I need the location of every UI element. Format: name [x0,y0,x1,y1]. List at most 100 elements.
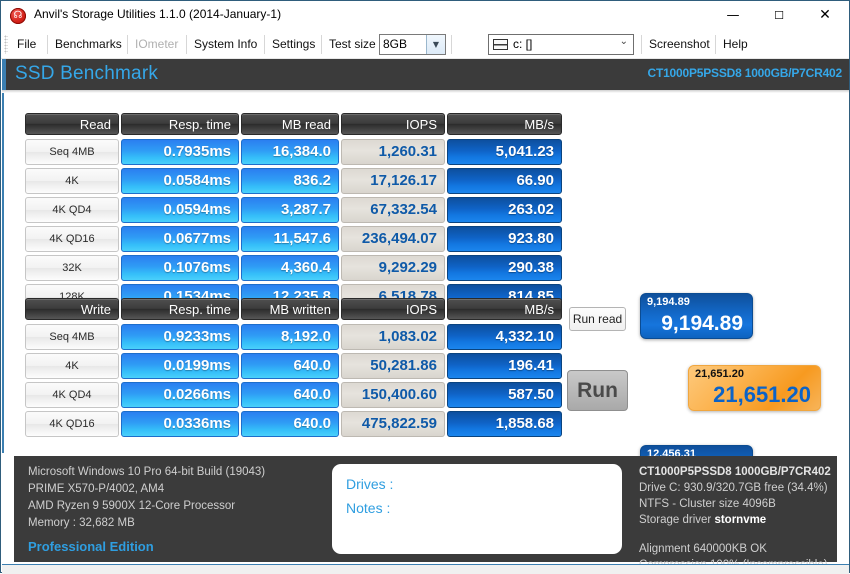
row-label: 4K QD16 [25,226,119,252]
drive-value: c: [] [513,37,533,51]
read-score-small-label: 9,194.89 [647,296,690,308]
chevron-down-icon[interactable]: ⌄ [620,36,628,47]
cell-mbs: 1,858.68 [447,411,562,437]
cell-mb-read: 3,287.7 [241,197,339,223]
cell-resp-time: 0.9233ms [121,324,239,350]
cell-mbs: 290.38 [447,255,562,281]
window-title: Anvil's Storage Utilities 1.1.0 (2014-Ja… [34,7,282,21]
column-header-iops: IOPS [341,298,445,320]
cell-resp-time: 0.7935ms [121,139,239,165]
cell-mb-written: 640.0 [241,353,339,379]
menu-grip-handle[interactable] [4,35,8,54]
column-header-resp-time: Resp. time [121,113,239,135]
cell-mb-read: 11,547.6 [241,226,339,252]
menu-item-file[interactable]: File [17,35,36,54]
cell-iops: 150,400.60 [341,382,445,408]
menu-item-screenshot[interactable]: Screenshot [649,35,710,54]
chevron-down-icon[interactable]: ▼ [426,35,445,54]
menu-separator [321,35,322,54]
memory-line: Memory : 32,682 MB [28,517,135,529]
cell-resp-time: 0.0266ms [121,382,239,408]
cell-mb-read: 836.2 [241,168,339,194]
cell-iops: 1,083.02 [341,324,445,350]
menu-separator [264,35,265,54]
cell-resp-time: 0.0199ms [121,353,239,379]
cell-iops: 236,494.07 [341,226,445,252]
driver-name: stornvme [714,514,767,526]
cell-mb-read: 16,384.0 [241,139,339,165]
menu-item-benchmarks[interactable]: Benchmarks [55,35,122,54]
column-header-mb-read: MB read [241,113,339,135]
maximize-button[interactable]: ☐ [756,1,802,30]
run-read-button[interactable]: Run read [569,307,626,331]
menu-item-help[interactable]: Help [723,35,748,54]
menu-item-system-info[interactable]: System Info [194,35,257,54]
menu-separator [47,35,48,54]
system-specs: Microsoft Windows 10 Pro 64-bit Build (1… [28,464,328,554]
header-accent-bar [2,59,6,90]
read-score-box: 9,194.89 9,194.89 [640,293,753,339]
header-device-name: CT1000P5PSSD8 1000GB/P7CR402 [647,66,842,80]
cell-iops: 475,822.59 [341,411,445,437]
minimize-button[interactable]: — [710,1,756,30]
menu-separator [451,35,452,54]
row-label: Seq 4MB [25,324,119,350]
run-button[interactable]: Run [567,370,628,411]
system-info-panel: Microsoft Windows 10 Pro 64-bit Build (1… [14,456,839,571]
menu-separator [186,35,187,54]
total-score-value: 21,651.20 [713,382,811,407]
cell-mbs: 263.02 [447,197,562,223]
read-score-value: 9,194.89 [661,312,743,335]
cell-iops: 67,332.54 [341,197,445,223]
column-header-mb-written: MB written [241,298,339,320]
alignment-line: Alignment 640000KB OK [639,543,767,555]
edition-label: Professional Edition [28,539,154,554]
menu-item-iometer: IOmeter [135,37,179,51]
cell-mbs: 923.80 [447,226,562,252]
total-score-box: 21,651.20 21,651.20 [688,365,821,411]
cell-mbs: 587.50 [447,382,562,408]
column-header-write: Write [25,298,119,320]
title-bar: ☊ Anvil's Storage Utilities 1.1.0 (2014-… [1,1,849,32]
drive-dropdown[interactable]: c: [] ⌄ [488,34,634,55]
drive-model-line: CT1000P5PSSD8 1000GB/P7CR402 [639,466,831,478]
cell-mbs: 196.41 [447,353,562,379]
test-size-dropdown[interactable]: 8GB ▼ [379,34,446,55]
menu-separator [127,35,128,54]
drive-filesystem-line: NTFS - Cluster size 4096B [639,498,776,510]
column-header-read: Read [25,113,119,135]
cell-iops: 17,126.17 [341,168,445,194]
notes-label: Notes : [346,500,391,516]
menu-separator [715,35,716,54]
menu-item-settings[interactable]: Settings [272,35,315,54]
drives-label: Drives : [346,476,394,492]
cell-mb-read: 4,360.4 [241,255,339,281]
row-label: 4K QD4 [25,382,119,408]
row-label: Seq 4MB [25,139,119,165]
cell-iops: 1,260.31 [341,139,445,165]
os-line: Microsoft Windows 10 Pro 64-bit Build (1… [28,466,266,478]
column-header-mbs: MB/s [447,113,562,135]
cell-mb-written: 8,192.0 [241,324,339,350]
motherboard-line: PRIME X570-P/4002, AM4 [28,483,165,495]
cell-resp-time: 0.0336ms [121,411,239,437]
row-label: 4K [25,168,119,194]
drive-driver-line: Storage driver stornvme [639,512,839,528]
total-score-small-label: 21,651.20 [695,368,744,380]
drive-icon [493,39,508,50]
cell-resp-time: 0.0584ms [121,168,239,194]
benchmark-content: Read Resp. time MB read IOPS MB/s Seq 4M… [2,93,849,491]
column-header-iops: IOPS [341,113,445,135]
notes-box[interactable]: Drives : Notes : [332,464,622,554]
close-button[interactable]: ✕ [802,1,848,30]
cell-iops: 9,292.29 [341,255,445,281]
anvil-app-icon: ☊ [10,8,26,24]
menu-separator [641,35,642,54]
column-header-resp-time: Resp. time [121,298,239,320]
cell-mbs: 66.90 [447,168,562,194]
driver-label: Storage driver [639,514,712,526]
column-header-mbs: MB/s [447,298,562,320]
row-label: 4K [25,353,119,379]
cell-resp-time: 0.1076ms [121,255,239,281]
